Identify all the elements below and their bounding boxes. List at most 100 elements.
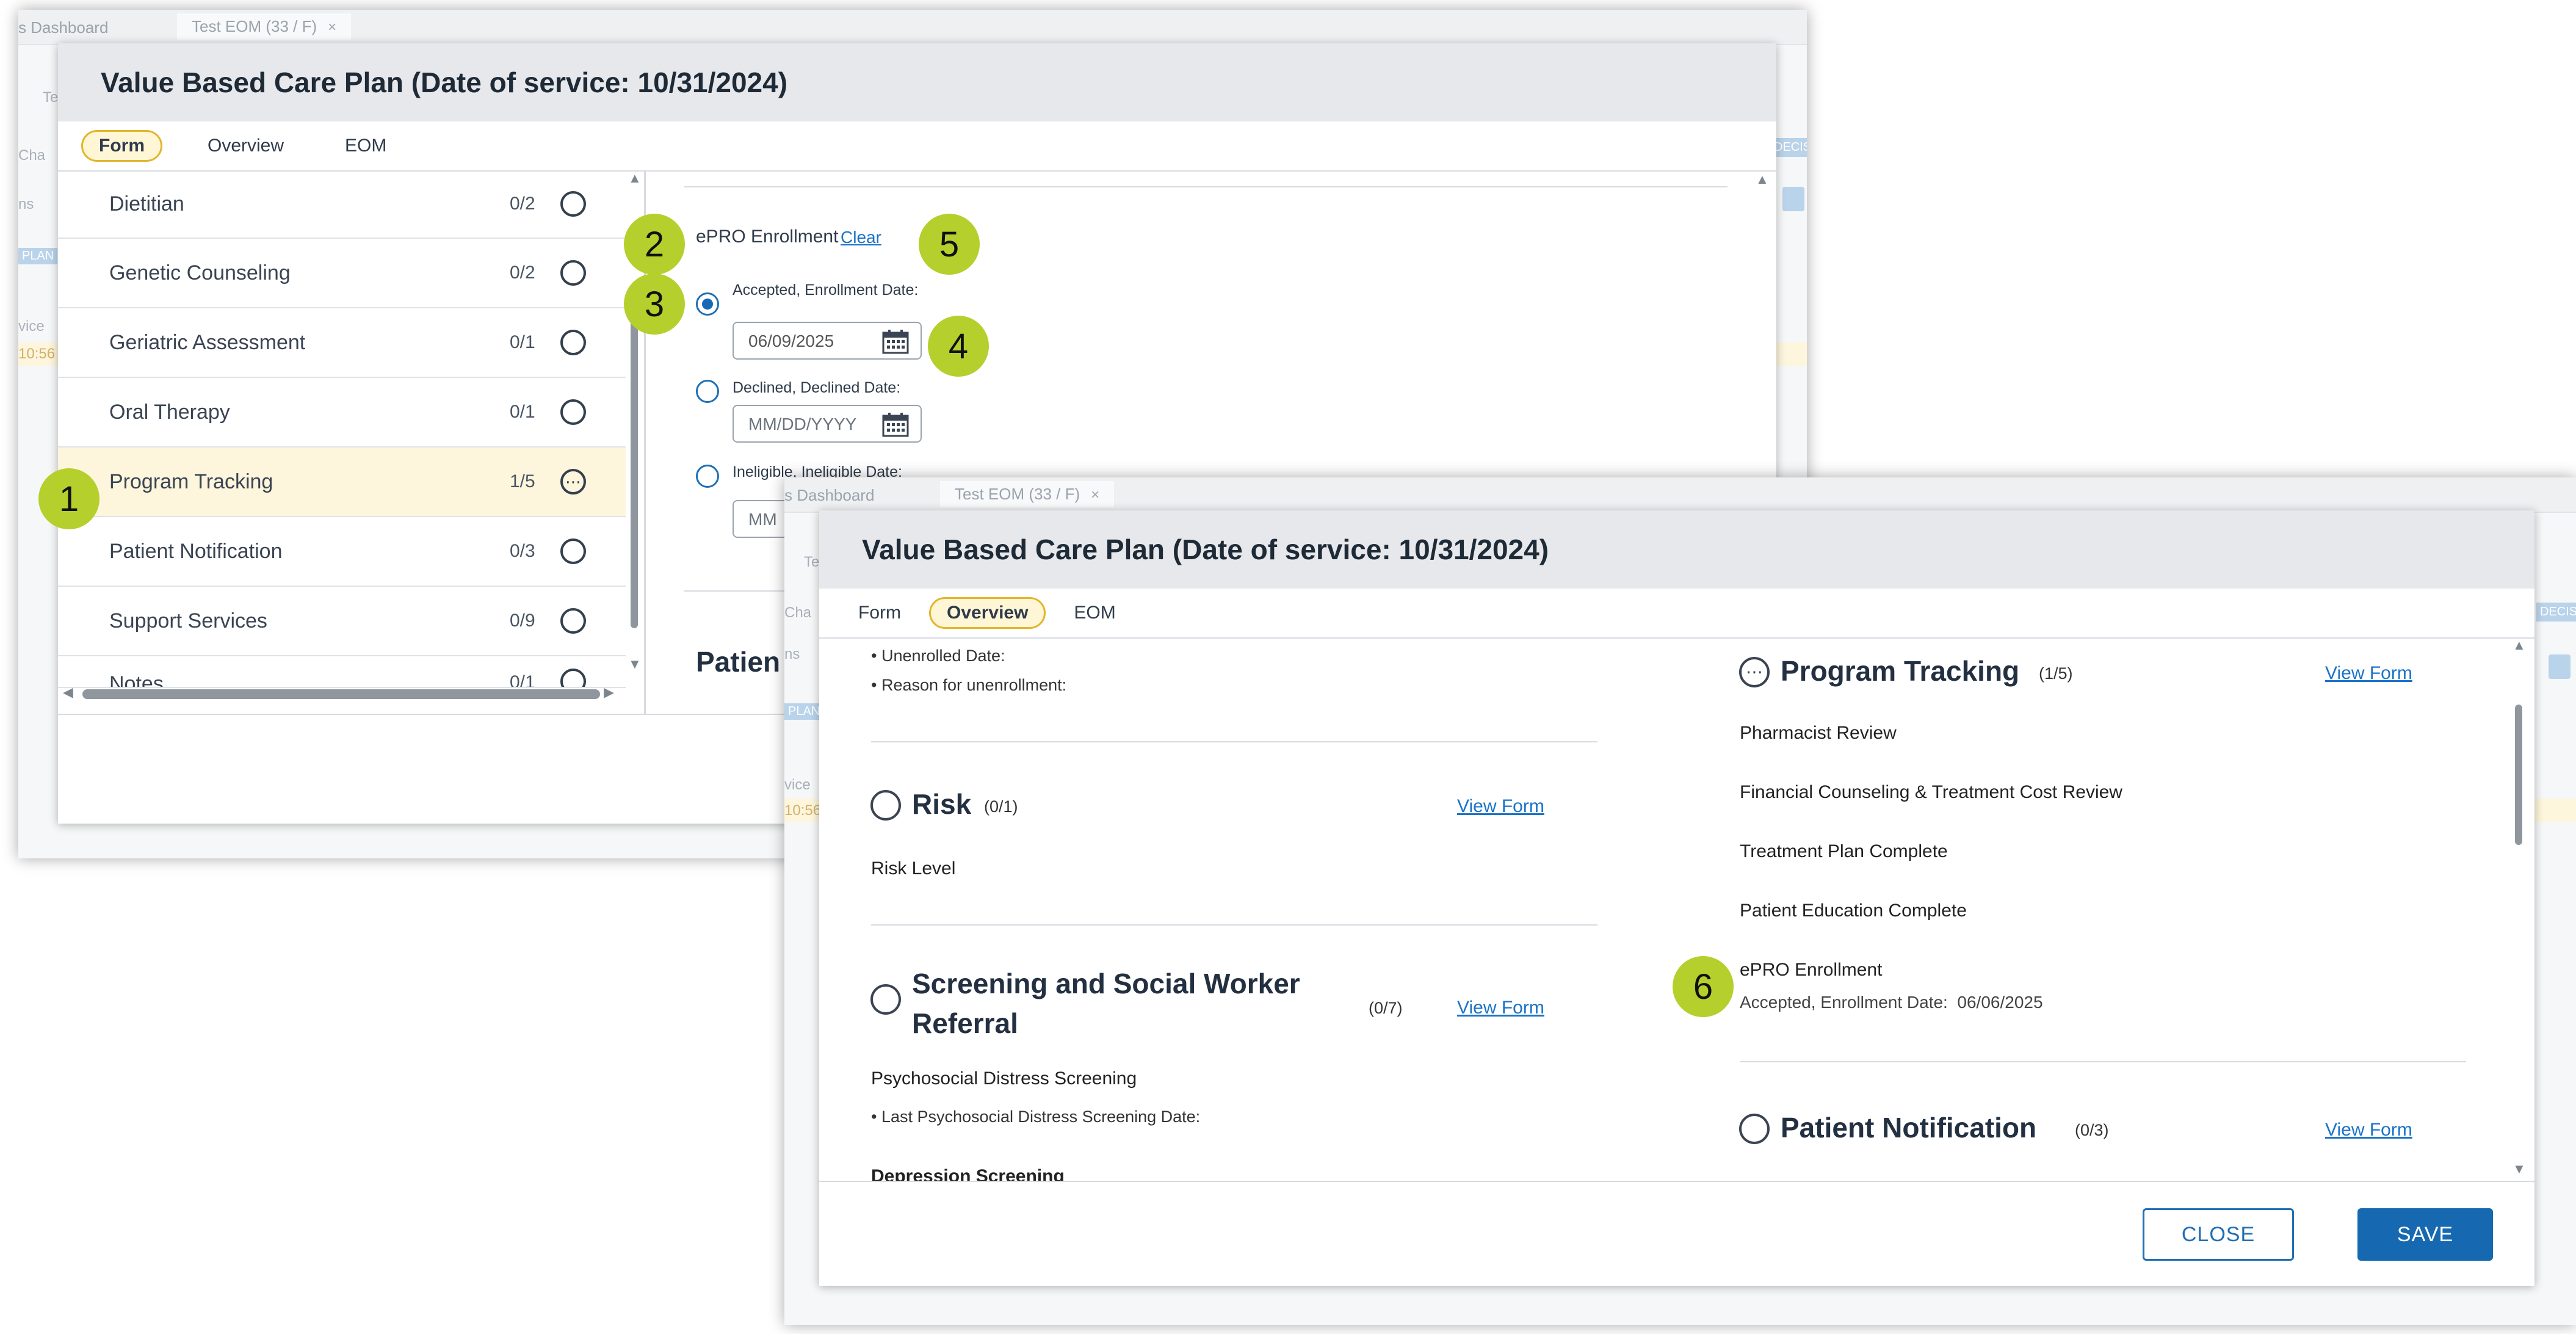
background-fragment: vice [784, 777, 811, 793]
background-tab-bar: s Dashboard Test EOM (33 / F) × [18, 10, 1807, 45]
sidebar-item-label: Patient Notification [109, 539, 283, 563]
sidebar-item-geriatric-assessment[interactable]: Geriatric Assessment 0/1 [58, 308, 626, 378]
background-tab-patient-label: Test EOM (33 / F) [955, 485, 1080, 503]
patient-notification-view-form-link[interactable]: View Form [2325, 1120, 2412, 1140]
scroll-right-icon[interactable]: ▶ [604, 684, 614, 700]
unenrollment-reason-field: • Reason for unenrollment: [871, 676, 1067, 694]
pharmacist-review-item: Pharmacist Review [1740, 723, 1897, 743]
background-fragment: 10:56 [784, 802, 822, 819]
sidebar-item-label: Genetic Counseling [109, 261, 291, 285]
sidebar-item-label: Program Tracking [109, 469, 273, 493]
status-empty-icon [560, 669, 586, 687]
treatment-plan-item: Treatment Plan Complete [1740, 841, 1948, 861]
program-tracking-count: (1/5) [2039, 664, 2073, 683]
sidebar-horizontal-scrollbar[interactable] [82, 689, 600, 699]
sidebar-item-dietitian[interactable]: Dietitian 0/2 [58, 170, 626, 239]
tab-form[interactable]: Form [842, 599, 917, 627]
modal-title: Value Based Care Plan (Date of service: … [819, 510, 2534, 589]
background-tab-patient-label: Test EOM (33 / F) [192, 17, 317, 35]
callout-2: 2 [624, 214, 685, 275]
screening-section-count: (0/7) [1369, 999, 1403, 1017]
scroll-up-icon[interactable]: ▲ [2513, 637, 2526, 653]
background-calendar-button[interactable] [1782, 187, 1804, 211]
accepted-label: Accepted, Enrollment Date: [733, 281, 919, 299]
scroll-up-icon[interactable]: ▲ [1756, 172, 1769, 187]
status-empty-icon [870, 790, 901, 821]
sidebar-item-label: Geriatric Assessment [109, 330, 306, 354]
save-button[interactable]: SAVE [2357, 1208, 2493, 1261]
close-icon[interactable]: × [328, 19, 336, 35]
enrollment-date-input[interactable]: 06/09/2025 [733, 322, 922, 360]
program-tracking-view-form-link[interactable]: View Form [2325, 663, 2412, 684]
overview-content: • Unenrolled Date: • Reason for unenroll… [819, 637, 2534, 1181]
scrollbar-thumb[interactable] [2515, 705, 2522, 845]
section-list: Dietitian 0/2 Genetic Counseling 0/2 Ger… [58, 170, 626, 688]
sidebar-item-patient-notification[interactable]: Patient Notification 0/3 [58, 517, 626, 587]
background-tab-patient[interactable]: Test EOM (33 / F) × [177, 13, 352, 40]
risk-view-form-link[interactable]: View Form [1457, 796, 1544, 817]
status-empty-icon [560, 608, 586, 634]
background-plan-badge: PLAN [18, 248, 58, 264]
divider [1740, 1061, 2466, 1062]
scroll-down-icon[interactable]: ▼ [2513, 1161, 2526, 1177]
sidebar-item-support-services[interactable]: Support Services 0/9 [58, 587, 626, 656]
close-icon[interactable]: × [1091, 487, 1099, 503]
sidebar-item-count: 1/5 [510, 471, 535, 491]
accepted-radio[interactable] [696, 292, 719, 316]
overview-vertical-scrollbar[interactable]: ▲ ▼ [2510, 637, 2527, 1181]
sidebar-item-count: 0/2 [510, 194, 535, 214]
tab-eom[interactable]: EOM [329, 132, 402, 160]
background-tab-dashboard[interactable]: s Dashboard [784, 486, 874, 505]
sidebar-item-notes[interactable]: Notes 0/1 [58, 656, 626, 688]
background-tab-dashboard[interactable]: s Dashboard [18, 18, 108, 37]
risk-section-count: (0/1) [984, 797, 1018, 816]
scroll-up-icon[interactable]: ▲ [628, 170, 642, 186]
declined-radio[interactable] [696, 380, 719, 403]
tab-form[interactable]: Form [81, 130, 162, 162]
enrollment-date-value: 06/09/2025 [748, 332, 834, 350]
risk-level-item: Risk Level [871, 858, 956, 879]
tab-overview[interactable]: Overview [929, 597, 1046, 629]
divider [871, 924, 1597, 926]
screening-view-form-link[interactable]: View Form [1457, 998, 1544, 1018]
calendar-icon[interactable] [881, 412, 910, 438]
divider [871, 741, 1597, 742]
scroll-left-icon[interactable]: ◀ [63, 684, 73, 700]
sidebar-item-genetic-counseling[interactable]: Genetic Counseling 0/2 [58, 239, 626, 308]
scroll-down-icon[interactable]: ▼ [628, 656, 642, 672]
background-fragment: ns [18, 196, 34, 212]
background-fragment: Te [43, 89, 59, 106]
background-fragment: Cha [784, 604, 812, 621]
sidebar-item-count: 0/2 [510, 263, 535, 283]
background-calendar-button[interactable] [2549, 654, 2571, 679]
scrollbar-thumb[interactable] [631, 311, 638, 628]
status-empty-icon [560, 330, 586, 355]
sidebar-item-count: 0/1 [510, 402, 535, 422]
sidebar-item-program-tracking[interactable]: Program Tracking 1/5 ⋯ [58, 448, 626, 517]
calendar-icon[interactable] [881, 329, 910, 355]
epro-enrollment-label: ePRO Enrollment [696, 227, 839, 247]
callout-1: 1 [38, 468, 99, 529]
background-tab-patient[interactable]: Test EOM (33 / F) × [940, 481, 1115, 507]
patient-notification-section-title: Patient Notification [1781, 1112, 2037, 1144]
status-empty-icon [560, 260, 586, 286]
financial-counseling-item: Financial Counseling & Treatment Cost Re… [1740, 782, 2122, 802]
sidebar-item-oral-therapy[interactable]: Oral Therapy 0/1 [58, 378, 626, 448]
status-in-progress-icon: ⋯ [1739, 657, 1770, 687]
status-empty-icon [560, 399, 586, 425]
tab-eom[interactable]: EOM [1058, 599, 1131, 627]
status-empty-icon [560, 538, 586, 564]
sidebar-item-label: Oral Therapy [109, 400, 230, 424]
sidebar-item-count: 0/3 [510, 541, 535, 561]
tab-overview[interactable]: Overview [192, 132, 300, 160]
declined-date-input[interactable]: MM/DD/YYYY [733, 405, 922, 443]
sidebar-item-label: Notes [109, 672, 164, 688]
next-section-title: Patien [696, 646, 781, 678]
background-tab-bar: s Dashboard Test EOM (33 / F) × [784, 477, 2576, 513]
last-screening-date-field: • Last Psychosocial Distress Screening D… [871, 1107, 1201, 1126]
status-in-progress-icon: ⋯ [560, 469, 586, 495]
program-tracking-section-title: Program Tracking [1781, 655, 2020, 687]
clear-link[interactable]: Clear [841, 228, 881, 247]
ineligible-radio[interactable] [696, 465, 719, 488]
close-button[interactable]: CLOSE [2143, 1208, 2294, 1261]
